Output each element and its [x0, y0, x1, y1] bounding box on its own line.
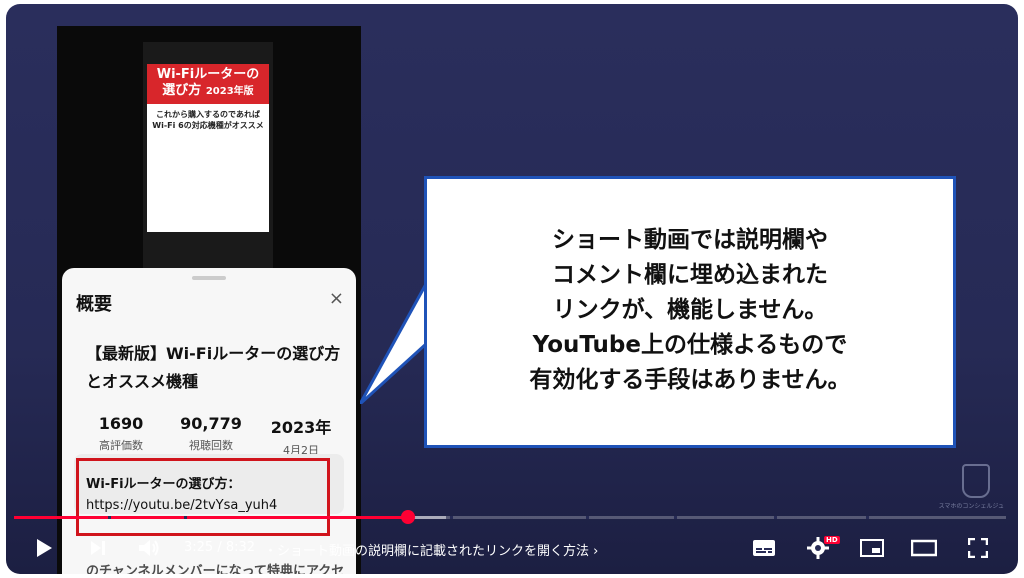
time-display: 3:25 / 8:32: [184, 540, 256, 555]
chapter-title[interactable]: ・ショート動画の説明欄に記載されたリンクを開く方法 ›: [264, 540, 598, 559]
callout-line: YouTube上の仕様よるもので: [532, 332, 848, 358]
callout-line: 有効化する手段はありません。: [529, 367, 851, 393]
short-title-line2: 選び方: [162, 83, 202, 98]
callout-tail: [360, 284, 430, 404]
sheet-heading: 概要: [76, 294, 112, 315]
short-video-frame: Wi-Fiルーターの 選び方 2023年版 これから購入するのであれば Wi-F…: [143, 42, 273, 292]
progress-bar[interactable]: [14, 516, 1006, 519]
channel-logo-icon: [962, 464, 990, 498]
short-title-line1: Wi-Fiルーターの: [156, 67, 260, 82]
chapter-title-text: ・ショート動画の説明欄に記載されたリンクを開く方法: [264, 544, 590, 559]
callout-line: リンクが、機能しません。: [552, 297, 828, 323]
next-icon[interactable]: [82, 528, 114, 568]
chapter-gap: [774, 516, 777, 519]
video-title: 【最新版】Wi-Fiルーターの選び方とオススメ機種: [86, 344, 341, 391]
watermark-text: スマホのコンシェルジュ: [938, 503, 1004, 510]
callout-line: ショート動画では説明欄や: [552, 227, 828, 253]
chapter-gap: [450, 516, 453, 519]
callout-line: コメント欄に埋め込まれた: [552, 262, 828, 288]
volume-icon[interactable]: [132, 528, 168, 568]
video-stats: 1690 高評価数 90,779 視聴回数 2023年 4月2日: [76, 414, 346, 458]
theater-icon[interactable]: [908, 528, 940, 568]
close-icon[interactable]: ×: [329, 288, 344, 309]
scrubber-handle[interactable]: [400, 510, 415, 524]
highlight-box: [76, 458, 330, 536]
settings-icon[interactable]: [802, 528, 834, 568]
short-title-year: 2023年版: [205, 86, 254, 97]
chevron-right-icon: ›: [593, 544, 599, 559]
short-thumbnail-body: これから購入するのであれば Wi-Fi 6の対応機種がオススメ: [147, 104, 269, 136]
stat-value: 1690: [98, 414, 144, 433]
stat-likes: 1690 高評価数: [76, 414, 166, 458]
chapter-gap: [586, 516, 589, 519]
player-controls: 3:25 / 8:32 ・ショート動画の説明欄に記載されたリンクを開く方法 › …: [0, 528, 1024, 572]
chapter-gap: [866, 516, 869, 519]
played-bar: [14, 516, 408, 519]
phone-screen: Wi-Fiルーターの 選び方 2023年版 これから購入するのであれば Wi-F…: [57, 26, 361, 574]
short-thumbnail-card: Wi-Fiルーターの 選び方 2023年版 これから購入するのであれば Wi-F…: [147, 64, 269, 232]
callout-text: ショート動画では説明欄や コメント欄に埋め込まれた リンクが、機能しません。 Y…: [427, 223, 953, 398]
short-body-line1: これから購入するのであれば: [156, 110, 260, 119]
stat-value: 2023年: [270, 418, 332, 437]
stat-label: 視聴回数: [189, 439, 233, 452]
play-icon[interactable]: [28, 528, 60, 568]
short-body-line2: Wi-Fi 6の対応機種がオススメ: [152, 121, 264, 130]
chapter-gap: [108, 516, 111, 519]
stat-label: 高評価数: [99, 439, 143, 452]
stat-value: 90,779: [180, 414, 242, 433]
chapter-gap: [674, 516, 677, 519]
stat-date: 2023年 4月2日: [256, 414, 346, 458]
video-player[interactable]: Wi-Fiルーターの 選び方 2023年版 これから購入するのであれば Wi-F…: [6, 4, 1018, 574]
hd-badge: HD: [824, 536, 840, 544]
drag-handle[interactable]: [192, 276, 226, 280]
callout-box: ショート動画では説明欄や コメント欄に埋め込まれた リンクが、機能しません。 Y…: [424, 176, 956, 448]
miniplayer-icon[interactable]: [856, 528, 888, 568]
subtitles-icon[interactable]: [748, 528, 780, 568]
fullscreen-icon[interactable]: [962, 528, 994, 568]
chapter-gap: [184, 516, 187, 519]
short-thumbnail-title: Wi-Fiルーターの 選び方 2023年版: [147, 64, 269, 104]
stat-views: 90,779 視聴回数: [166, 414, 256, 458]
